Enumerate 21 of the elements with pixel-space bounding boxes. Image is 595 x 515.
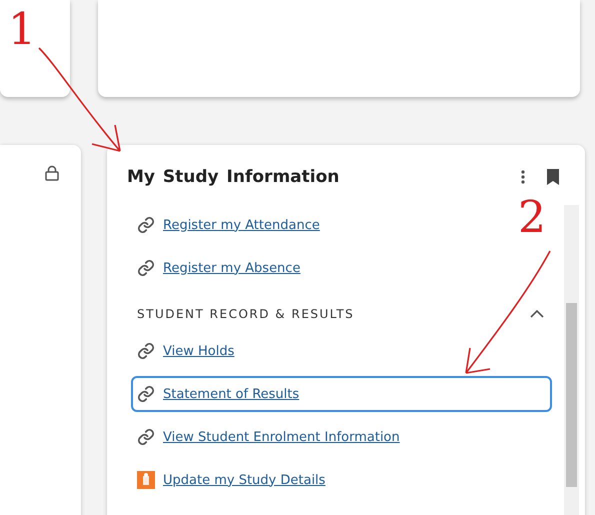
menu-link[interactable]: Statement of Results — [131, 376, 552, 412]
menu-link[interactable]: View Student Enrolment Information — [131, 419, 406, 455]
form-icon — [137, 471, 155, 489]
annotation-number: 1 — [8, 8, 36, 52]
annotation-number: 2 — [518, 196, 546, 240]
chevron-up-icon[interactable] — [530, 310, 544, 318]
menu-link[interactable]: Update my Study Details — [131, 462, 332, 498]
link-icon — [137, 342, 155, 360]
menu-link[interactable]: Register my Attendance — [131, 207, 326, 243]
link-icon — [137, 385, 155, 403]
section-title: STUDENT RECORD & RESULTS — [137, 307, 354, 321]
card-title: My Study Information — [127, 167, 340, 187]
menu-link[interactable]: Register my Absence — [131, 250, 306, 286]
link-icon — [137, 216, 155, 234]
menu-link[interactable]: View Holds — [131, 333, 240, 369]
link-icon — [137, 428, 155, 446]
scrollbar[interactable] — [564, 205, 579, 515]
bookmark-icon[interactable] — [547, 169, 559, 185]
link-icon — [137, 259, 155, 277]
more-options-icon[interactable] — [521, 169, 525, 185]
lock-icon — [45, 165, 59, 181]
